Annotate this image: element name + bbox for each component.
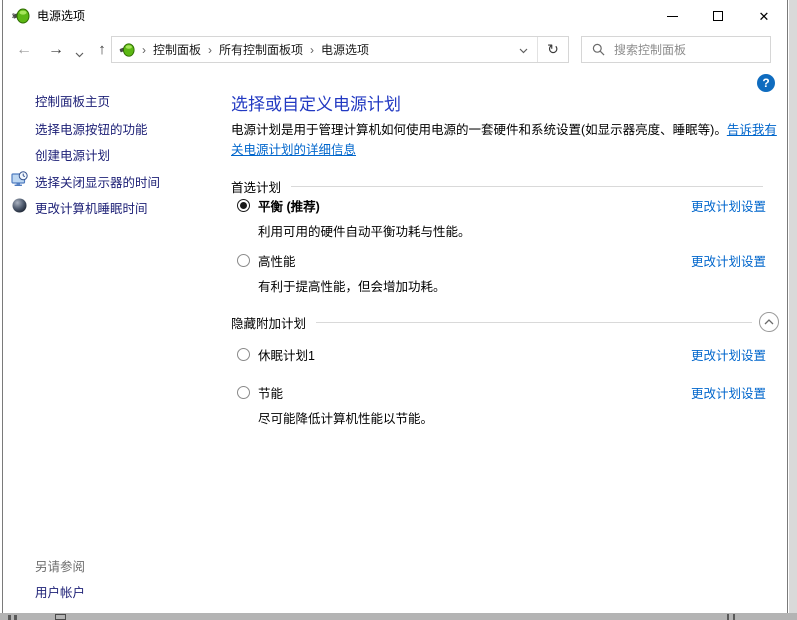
- search-input[interactable]: [614, 43, 770, 57]
- plan-description: 有利于提高性能，但会增加功耗。: [258, 276, 446, 295]
- description-text: 电源计划是用于管理计算机如何使用电源的一套硬件和系统设置(如显示器亮度、睡眠等)…: [231, 123, 727, 137]
- chevron-down-icon: [75, 52, 84, 58]
- breadcrumb-separator: ›: [303, 43, 321, 57]
- sidebar-item-display-off-time[interactable]: 选择关闭显示器的时间: [35, 172, 160, 191]
- up-arrow-icon: ↑: [98, 41, 106, 58]
- background-window-fragment: [733, 614, 735, 620]
- background-window-bottom-edge: [0, 613, 797, 620]
- power-options-icon: [12, 7, 30, 25]
- change-plan-settings-link[interactable]: 更改计划设置: [691, 345, 766, 364]
- plan-name: 节能: [258, 383, 283, 402]
- display-clock-icon: [11, 171, 28, 188]
- change-plan-settings-link[interactable]: 更改计划设置: [691, 383, 766, 402]
- power-options-icon-small: [119, 42, 135, 58]
- address-bar[interactable]: › 控制面板 › 所有控制面板项 › 电源选项 ↻: [111, 36, 569, 63]
- breadcrumb-power-options[interactable]: 电源选项: [321, 41, 369, 58]
- refresh-icon: ↻: [547, 41, 559, 57]
- maximize-icon: [713, 11, 723, 21]
- plan-name: 休眠计划1: [258, 345, 315, 364]
- plan-radio-sleep-plan-1[interactable]: [237, 348, 250, 361]
- background-window-fragment: [8, 615, 11, 620]
- change-plan-settings-link[interactable]: 更改计划设置: [691, 196, 766, 215]
- plan-row-high-performance: 高性能 更改计划设置: [237, 251, 779, 270]
- plan-row-sleep-plan-1: 休眠计划1 更改计划设置: [237, 345, 779, 364]
- titlebar[interactable]: 电源选项 ✕: [3, 0, 787, 32]
- plan-radio-balanced[interactable]: [237, 199, 250, 212]
- sidebar-item-power-button-function[interactable]: 选择电源按钮的功能: [35, 119, 148, 138]
- window-title: 电源选项: [37, 0, 85, 32]
- collapse-section-button[interactable]: [759, 312, 779, 332]
- back-arrow-icon: ←: [16, 41, 32, 59]
- sidebar-item-user-accounts[interactable]: 用户帐户: [35, 582, 85, 601]
- section-hidden-plans: 隐藏附加计划: [231, 312, 779, 332]
- navigation-bar: ← → ↑ › 控制面板 › 所有控制面板项 › 电源选项: [3, 32, 787, 67]
- change-plan-settings-link[interactable]: 更改计划设置: [691, 251, 766, 270]
- breadcrumb-control-panel[interactable]: 控制面板: [153, 41, 201, 58]
- separator-line: [291, 186, 763, 187]
- sidebar-item-create-power-plan[interactable]: 创建电源计划: [35, 145, 110, 164]
- background-window-right-edge: [789, 0, 797, 620]
- background-window-fragment: [727, 614, 729, 620]
- search-icon: [592, 43, 605, 56]
- section-preferred-plans: 首选计划: [231, 177, 779, 196]
- minimize-button[interactable]: [649, 0, 695, 32]
- close-button[interactable]: ✕: [741, 0, 787, 32]
- section-title: 首选计划: [231, 177, 281, 196]
- background-window-fragment: [55, 614, 66, 620]
- plan-row-power-saver: 节能 更改计划设置: [237, 383, 779, 402]
- breadcrumb-separator: ›: [201, 43, 219, 57]
- maximize-button[interactable]: [695, 0, 741, 32]
- sidebar-item-computer-sleep-time[interactable]: 更改计算机睡眠时间: [35, 198, 148, 217]
- forward-arrow-icon: →: [48, 41, 64, 59]
- forward-button[interactable]: →: [43, 32, 69, 67]
- back-button[interactable]: ←: [11, 32, 37, 67]
- refresh-button[interactable]: ↻: [538, 41, 568, 58]
- section-title: 隐藏附加计划: [231, 313, 306, 332]
- page-description: 电源计划是用于管理计算机如何使用电源的一套硬件和系统设置(如显示器亮度、睡眠等)…: [231, 120, 777, 160]
- background-window-fragment: [14, 615, 17, 620]
- power-options-window: 电源选项 ✕ ← → ↑ › 控制面板 › 所有控制面板项: [2, 0, 788, 613]
- plan-name: 高性能: [258, 251, 296, 270]
- separator-line: [316, 322, 752, 323]
- plan-description: 尽可能降低计算机性能以节能。: [258, 408, 433, 427]
- breadcrumb-separator: ›: [135, 43, 153, 57]
- sleep-moon-icon: [11, 197, 28, 214]
- history-dropdown-button[interactable]: [75, 47, 84, 61]
- plan-name: 平衡 (推荐): [258, 196, 320, 215]
- minimize-icon: [667, 16, 678, 17]
- chevron-down-icon: [519, 48, 528, 54]
- see-also-header: 另请参阅: [35, 556, 85, 575]
- page-title: 选择或自定义电源计划: [231, 90, 401, 115]
- breadcrumb-all-items[interactable]: 所有控制面板项: [219, 41, 303, 58]
- address-dropdown-button[interactable]: [510, 43, 537, 57]
- plan-description: 利用可用的硬件自动平衡功耗与性能。: [258, 221, 471, 240]
- main-panel: 选择或自定义电源计划 电源计划是用于管理计算机如何使用电源的一套硬件和系统设置(…: [231, 67, 779, 613]
- chevron-up-icon: [764, 319, 774, 325]
- plan-row-balanced: 平衡 (推荐) 更改计划设置: [237, 196, 779, 215]
- close-icon: ✕: [759, 10, 770, 23]
- content-area: 控制面板主页 选择电源按钮的功能 创建电源计划 选择关闭显示器的时间: [3, 67, 787, 613]
- plan-radio-high-performance[interactable]: [237, 254, 250, 267]
- plan-radio-power-saver[interactable]: [237, 386, 250, 399]
- search-box[interactable]: [581, 36, 771, 63]
- sidebar-item-control-panel-home[interactable]: 控制面板主页: [35, 91, 110, 110]
